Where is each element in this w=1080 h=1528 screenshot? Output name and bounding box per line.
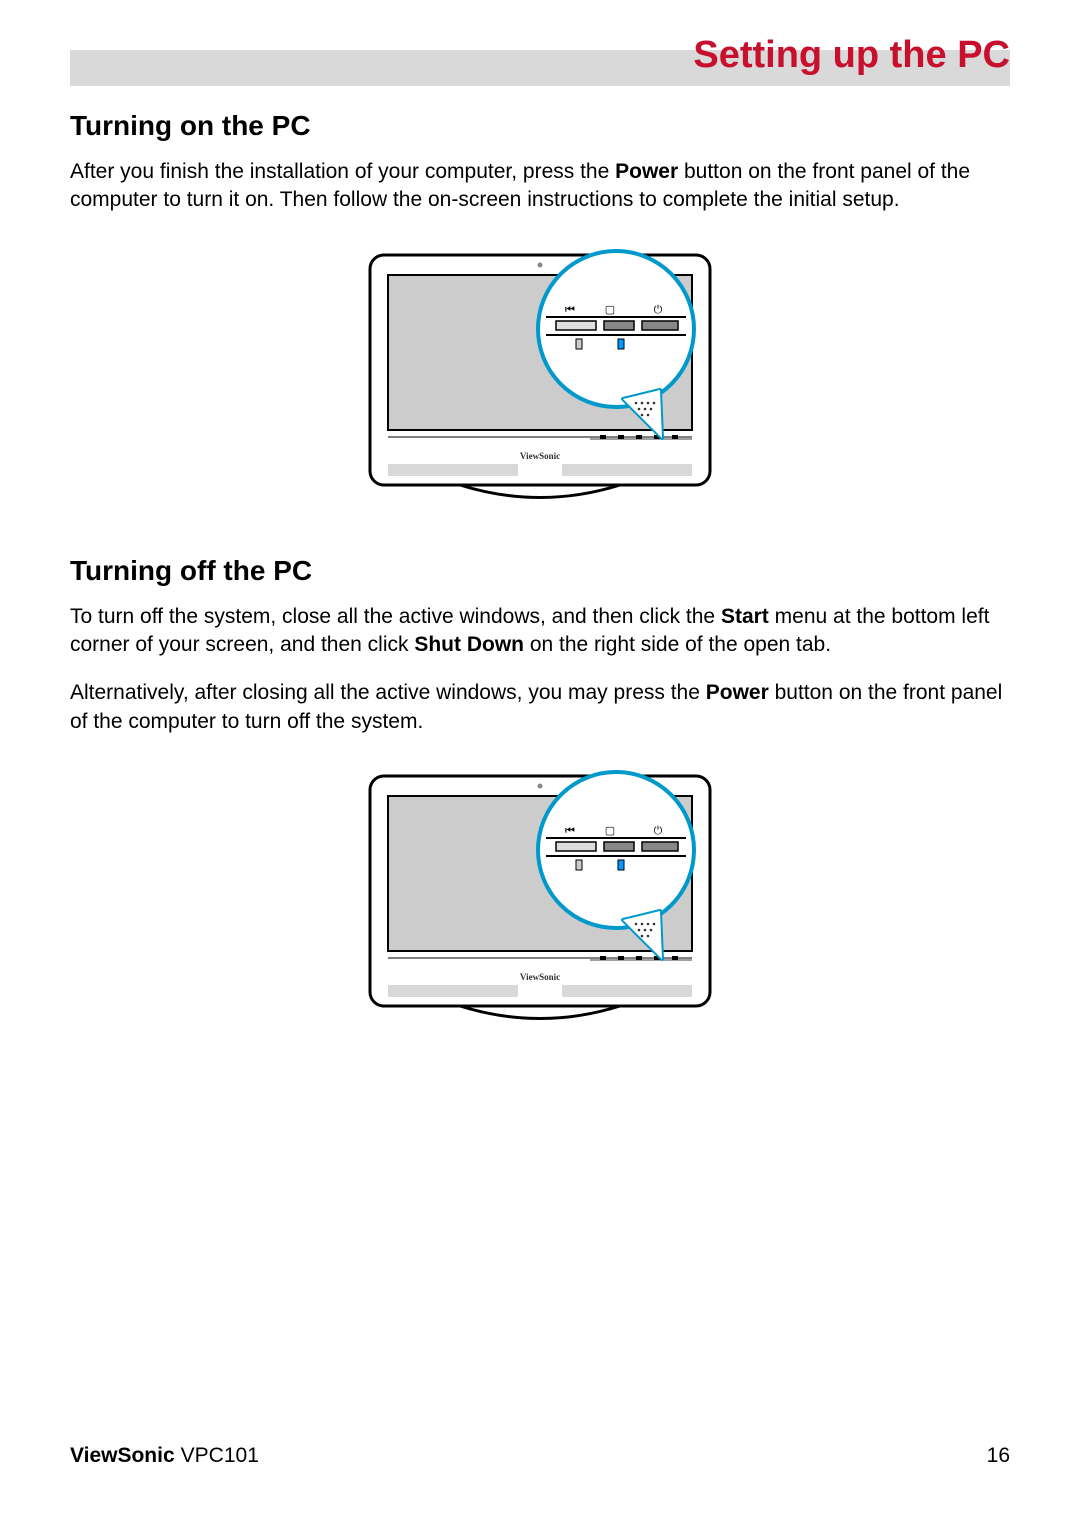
footer-brand: ViewSonic bbox=[70, 1444, 175, 1467]
pc-monitor-illustration: ViewSonic ⏮ ▢ ⏻ bbox=[360, 245, 720, 515]
paragraph-turning-on: After you finish the installation of you… bbox=[70, 158, 1010, 215]
bold-power: Power bbox=[615, 160, 678, 183]
footer-left: ViewSonic VPC101 bbox=[70, 1444, 259, 1468]
pc-monitor-illustration-2: ViewSonic ⏮ ▢ ⏻ bbox=[360, 766, 720, 1036]
page-footer: ViewSonic VPC101 16 bbox=[70, 1444, 1010, 1468]
chapter-title: Setting up the PC bbox=[693, 34, 1010, 77]
text-fragment: on the right side of the open tab. bbox=[524, 633, 831, 656]
heading-turning-on: Turning on the PC bbox=[70, 110, 1010, 142]
heading-turning-off: Turning off the PC bbox=[70, 555, 1010, 587]
bold-power-2: Power bbox=[706, 681, 769, 704]
svg-text:⏻: ⏻ bbox=[654, 304, 663, 316]
figure-turning-on: ViewSonic ⏮ ▢ ⏻ bbox=[70, 245, 1010, 515]
bold-start: Start bbox=[721, 605, 769, 628]
svg-text:⏮: ⏮ bbox=[565, 304, 575, 316]
text-fragment: To turn off the system, close all the ac… bbox=[70, 605, 721, 628]
paragraph-turning-off-1: To turn off the system, close all the ac… bbox=[70, 603, 1010, 660]
paragraph-turning-off-2: Alternatively, after closing all the act… bbox=[70, 679, 1010, 736]
text-fragment: After you finish the installation of you… bbox=[70, 160, 615, 183]
svg-text:⏮: ⏮ bbox=[565, 825, 575, 837]
bold-shutdown: Shut Down bbox=[414, 633, 524, 656]
figure-brand-label-2: ViewSonic bbox=[520, 972, 560, 982]
figure-brand-label: ViewSonic bbox=[520, 451, 560, 461]
svg-text:⏻: ⏻ bbox=[654, 825, 663, 837]
figure-turning-off: ViewSonic ⏮ ▢ ⏻ bbox=[70, 766, 1010, 1036]
svg-text:▢: ▢ bbox=[605, 825, 615, 837]
text-fragment: Alternatively, after closing all the act… bbox=[70, 681, 706, 704]
footer-model: VPC101 bbox=[181, 1444, 259, 1467]
header-bar: Setting up the PC bbox=[70, 50, 1010, 86]
svg-text:▢: ▢ bbox=[605, 304, 615, 316]
page-number: 16 bbox=[987, 1444, 1010, 1468]
